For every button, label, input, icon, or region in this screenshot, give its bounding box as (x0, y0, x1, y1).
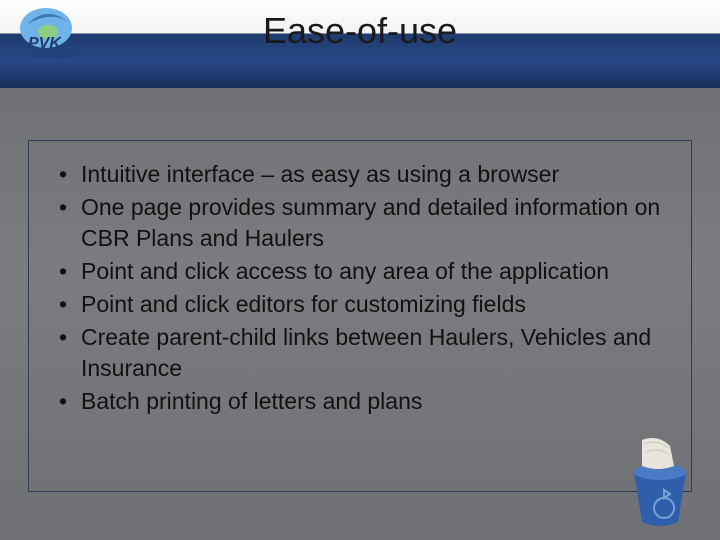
bullet-item: Create parent-child links between Hauler… (59, 322, 669, 384)
bullet-item: Point and click access to any area of th… (59, 256, 669, 287)
bullet-item: Intuitive interface – as easy as using a… (59, 159, 669, 190)
bullet-item: One page provides summary and detailed i… (59, 192, 669, 254)
bullet-item: Point and click editors for customizing … (59, 289, 669, 320)
bullet-item: Batch printing of letters and plans (59, 386, 669, 417)
bullet-list: Intuitive interface – as easy as using a… (59, 159, 669, 417)
slide-title: Ease-of-use (0, 10, 720, 52)
content-panel: Intuitive interface – as easy as using a… (28, 140, 692, 492)
recycle-bin-icon (612, 432, 708, 528)
slide-header: PVK Corporation Ease-of-use (0, 0, 720, 88)
